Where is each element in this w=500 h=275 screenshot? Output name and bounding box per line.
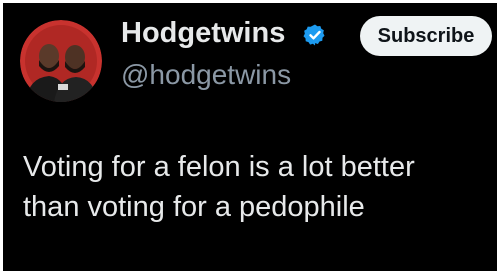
user-handle[interactable]: @hodgetwins: [121, 58, 291, 92]
subscribe-button[interactable]: Subscribe: [360, 16, 492, 56]
avatar[interactable]: [20, 20, 102, 102]
display-name[interactable]: Hodgetwins: [121, 16, 285, 50]
tweet-text-line: Voting for a felon is a lot better: [23, 151, 415, 183]
verified-badge-icon: [303, 24, 325, 46]
tweet-text: Voting for a felon is a lot better than …: [23, 147, 493, 227]
tweet-card: Hodgetwins @hodgetwins Subscribe Voting …: [3, 3, 497, 271]
tweet-text-line: than voting for a pedophile: [23, 191, 365, 223]
avatar-photo-icon: [20, 20, 102, 102]
